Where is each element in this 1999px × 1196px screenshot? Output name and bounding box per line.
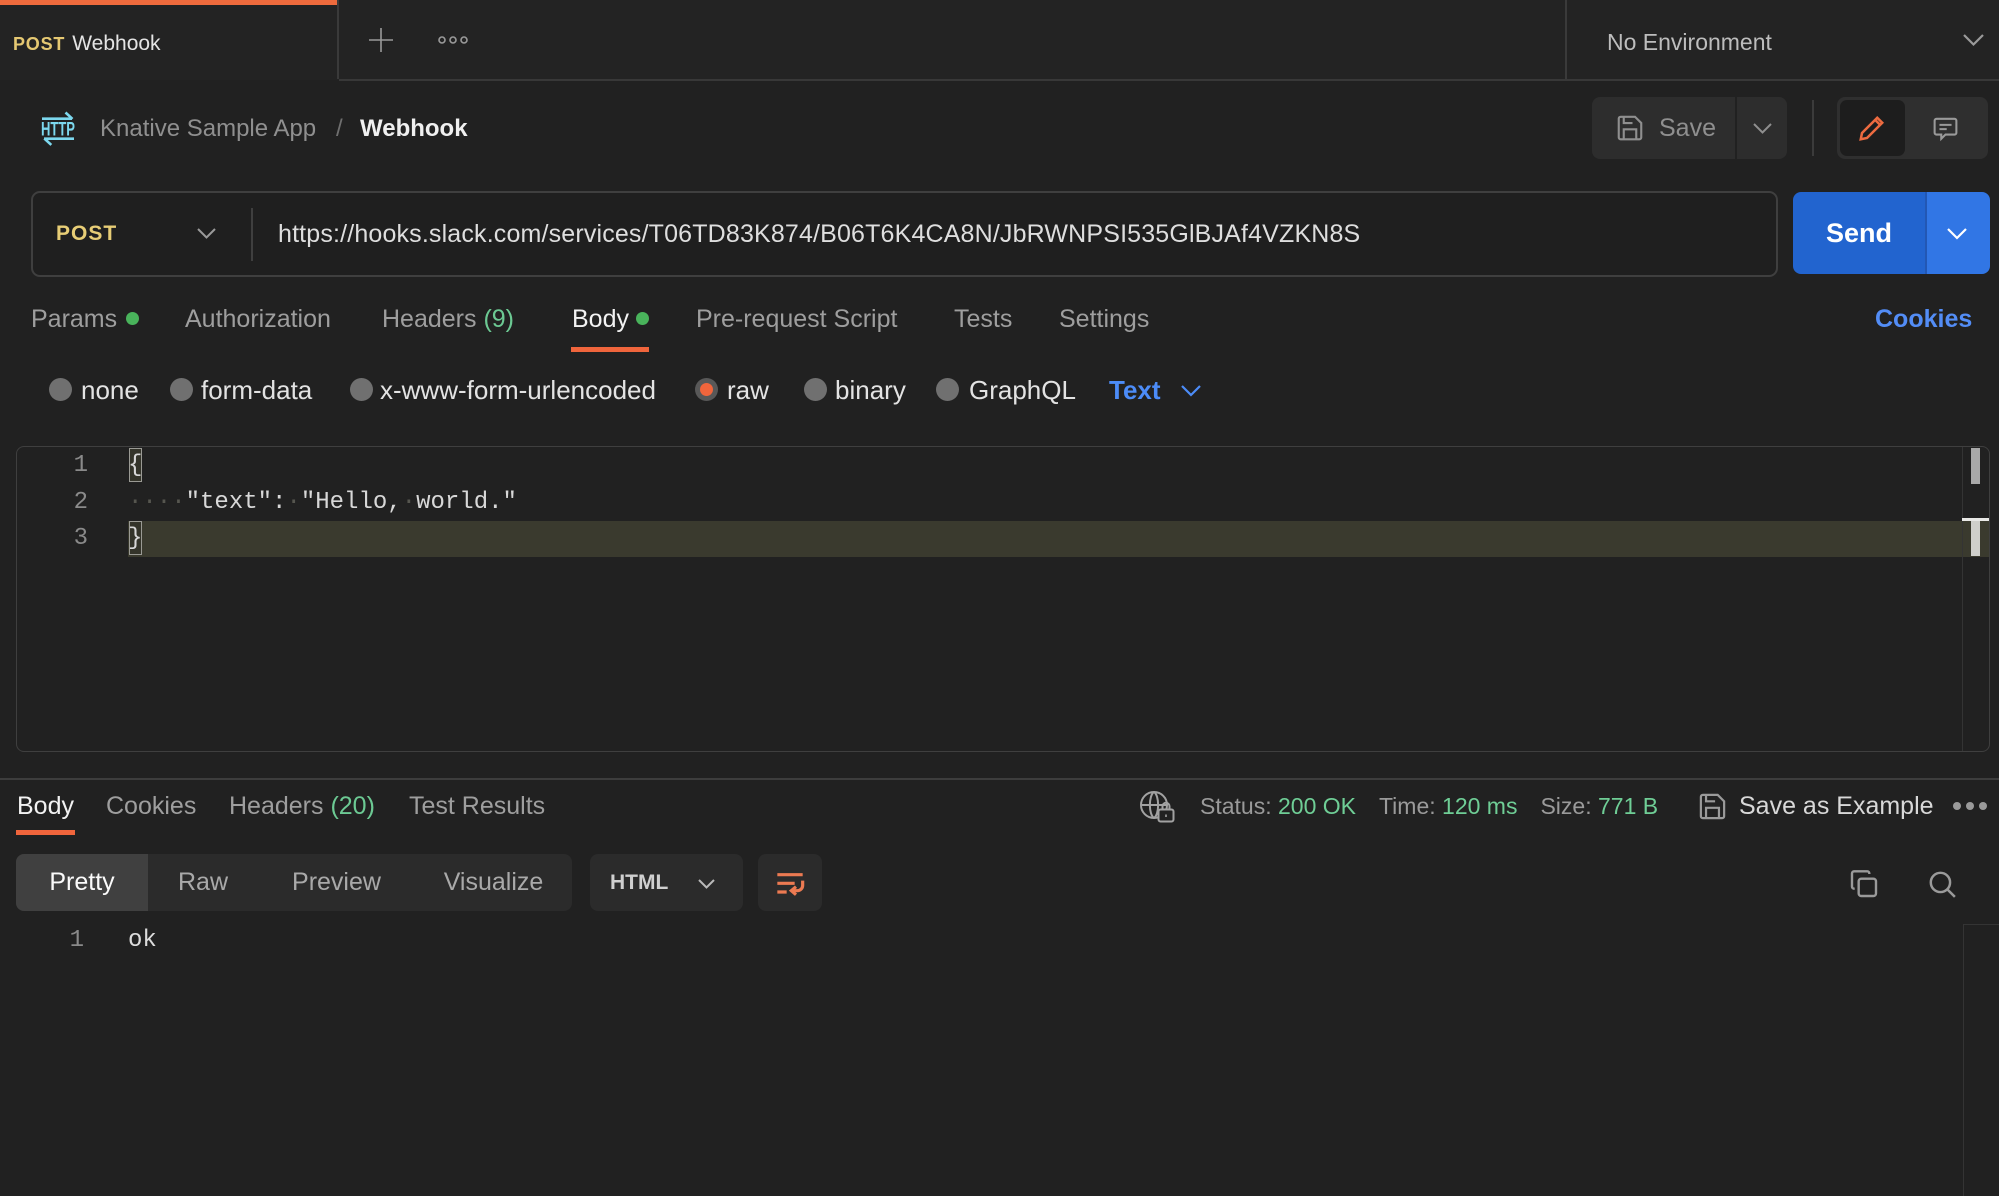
svg-text:HTTP: HTTP [41, 120, 75, 141]
